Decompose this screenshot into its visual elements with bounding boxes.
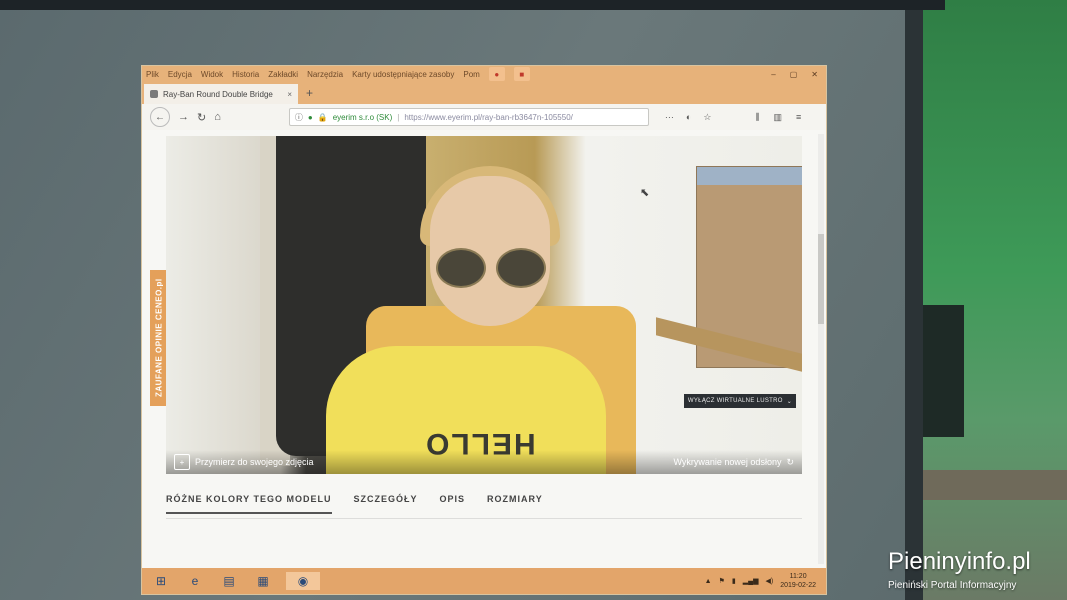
navigation-bar: ← → ↻ ⌂ ⓘ ● 🔒 eyerim s.r.o (SK) | https:… xyxy=(142,104,826,130)
tab-bar: Ray-Ban Round Double Bridge × + xyxy=(142,82,826,104)
projector-screen-frame xyxy=(905,10,923,600)
site-identity[interactable]: eyerim s.r.o (SK) xyxy=(333,113,393,122)
face-detection-link[interactable]: Wykrywanie nowej odsłony ↻ xyxy=(673,457,794,468)
clock-time: 11:20 xyxy=(789,573,807,580)
firefox-taskbar-icon[interactable]: ◉ xyxy=(286,572,320,590)
menu-item-file[interactable]: Plik xyxy=(146,70,159,79)
camera-sharing-icon[interactable]: ■ xyxy=(513,67,530,81)
tab-close-icon[interactable]: × xyxy=(287,90,292,99)
page-actions-icon[interactable]: ··· xyxy=(665,112,674,123)
menu-item-view[interactable]: Widok xyxy=(201,70,223,79)
web-page: ZAUFANE OPINIE CENEO.pl HELLO ⬉ WYŁĄCZ W… xyxy=(142,130,826,568)
windows-start-icon[interactable]: ⊞ xyxy=(150,572,172,590)
right-lens xyxy=(496,248,546,288)
menu-item-help[interactable]: Pom xyxy=(463,70,479,79)
volume-icon[interactable]: ◀) xyxy=(765,577,773,585)
face-detection-label: Wykrywanie nowej odsłony xyxy=(673,457,782,467)
clock-date: 2019-02-22 xyxy=(780,582,816,589)
library-icon[interactable]: ⫼ xyxy=(755,112,759,123)
pocket-icon[interactable]: ◐ xyxy=(686,112,691,123)
tab-description[interactable]: OPIS xyxy=(440,494,466,514)
url-bar[interactable]: ⓘ ● 🔒 eyerim s.r.o (SK) | https://www.ey… xyxy=(288,108,649,126)
url-separator: | xyxy=(397,112,400,122)
tray-expand-icon[interactable]: ▲ xyxy=(705,578,712,585)
virtual-sunglasses xyxy=(436,248,546,288)
favicon-icon xyxy=(150,90,158,98)
camera-permission-icon[interactable]: ● xyxy=(308,113,313,122)
firefox-icon[interactable]: ● xyxy=(488,67,505,81)
new-tab-button[interactable]: + xyxy=(306,86,313,100)
internet-explorer-icon[interactable]: e xyxy=(184,572,206,590)
projector-screen-top xyxy=(0,0,945,10)
back-icon[interactable]: ← xyxy=(150,107,170,127)
windows-taskbar: ⊞ e ▤ ▦ ◉ ▲ ⚑ ▮ ▂▄▆ ◀) 11:20 2019-02-22 xyxy=(142,568,826,594)
try-on-photo-label: Przymierz do swojego zdjęcia xyxy=(195,457,314,467)
chevron-down-icon: ⌄ xyxy=(786,398,793,405)
system-tray: ▲ ⚑ ▮ ▂▄▆ ◀) 11:20 2019-02-22 xyxy=(705,572,826,590)
watermark-title: Pieninyinfo.pl xyxy=(888,548,1031,575)
url-text[interactable]: https://www.eyerim.pl/ray-ban-rb3647n-10… xyxy=(404,113,573,122)
forward-icon[interactable]: → xyxy=(178,111,189,123)
bookmark-star-icon[interactable]: ☆ xyxy=(703,112,711,123)
room-monitor xyxy=(920,305,964,437)
watermark-subtitle: Pieniński Portal Informacyjny xyxy=(888,580,1017,591)
sidebar-icon[interactable]: ▥ xyxy=(774,112,783,123)
menu-item-bookmarks[interactable]: Zakładki xyxy=(268,70,298,79)
browser-window: Plik Edycja Widok Historia Zakładki Narz… xyxy=(142,66,826,594)
reload-icon[interactable]: ↻ xyxy=(197,111,206,124)
virtual-mirror-video: HELLO ⬉ WYŁĄCZ WIRTUALNE LUSTRO ⌄ + Przy… xyxy=(166,136,802,474)
try-on-photo-link[interactable]: + Przymierz do swojego zdjęcia xyxy=(174,454,314,470)
tab-details[interactable]: SZCZEGÓŁY xyxy=(354,494,418,514)
video-caption-bar: + Przymierz do swojego zdjęcia Wykrywani… xyxy=(166,450,802,474)
menu-item-history[interactable]: Historia xyxy=(232,70,259,79)
tabs-divider xyxy=(166,518,802,519)
tab-title: Ray-Ban Round Double Bridge xyxy=(163,89,273,99)
network-icon[interactable]: ▂▄▆ xyxy=(743,577,759,585)
power-icon[interactable]: ▮ xyxy=(732,577,736,585)
left-lens xyxy=(436,248,486,288)
menu-item-tools[interactable]: Narzędzia xyxy=(307,70,343,79)
clock[interactable]: 11:20 2019-02-22 xyxy=(780,572,816,590)
menu-bar: Plik Edycja Widok Historia Zakładki Narz… xyxy=(142,66,826,82)
disable-virtual-mirror-label: WYŁĄCZ WIRTUALNE LUSTRO xyxy=(687,398,783,404)
close-window-icon[interactable]: ✕ xyxy=(811,70,818,79)
notepad-icon[interactable]: ▦ xyxy=(252,572,274,590)
minimize-icon[interactable]: – xyxy=(771,70,775,79)
room-shelf xyxy=(915,470,1067,500)
menu-item-edit[interactable]: Edycja xyxy=(168,70,192,79)
room-background xyxy=(905,0,1067,600)
product-tabs: RÓŻNE KOLORY TEGO MODELU SZCZEGÓŁY OPIS … xyxy=(166,494,543,514)
refresh-icon: ↻ xyxy=(786,456,794,467)
tab-active[interactable]: Ray-Ban Round Double Bridge × xyxy=(144,84,298,104)
vertical-scrollbar[interactable] xyxy=(818,134,824,564)
info-icon[interactable]: ⓘ xyxy=(295,112,303,123)
tab-other-colors[interactable]: RÓŻNE KOLORY TEGO MODELU xyxy=(166,494,332,514)
add-photo-icon: + xyxy=(174,454,190,470)
disable-virtual-mirror-button[interactable]: WYŁĄCZ WIRTUALNE LUSTRO ⌄ xyxy=(684,394,796,408)
mouse-cursor-icon: ⬉ xyxy=(640,187,650,199)
menu-item-containers[interactable]: Karty udostępniające zasoby xyxy=(352,70,454,79)
hamburger-menu-icon[interactable]: ≡ xyxy=(796,112,801,123)
lock-icon: 🔒 xyxy=(317,112,328,122)
maximize-icon[interactable]: ▢ xyxy=(790,70,798,79)
home-icon[interactable]: ⌂ xyxy=(214,111,221,123)
tab-sizes[interactable]: ROZMIARY xyxy=(487,494,543,514)
file-explorer-icon[interactable]: ▤ xyxy=(218,572,240,590)
flag-icon[interactable]: ⚑ xyxy=(719,577,725,585)
